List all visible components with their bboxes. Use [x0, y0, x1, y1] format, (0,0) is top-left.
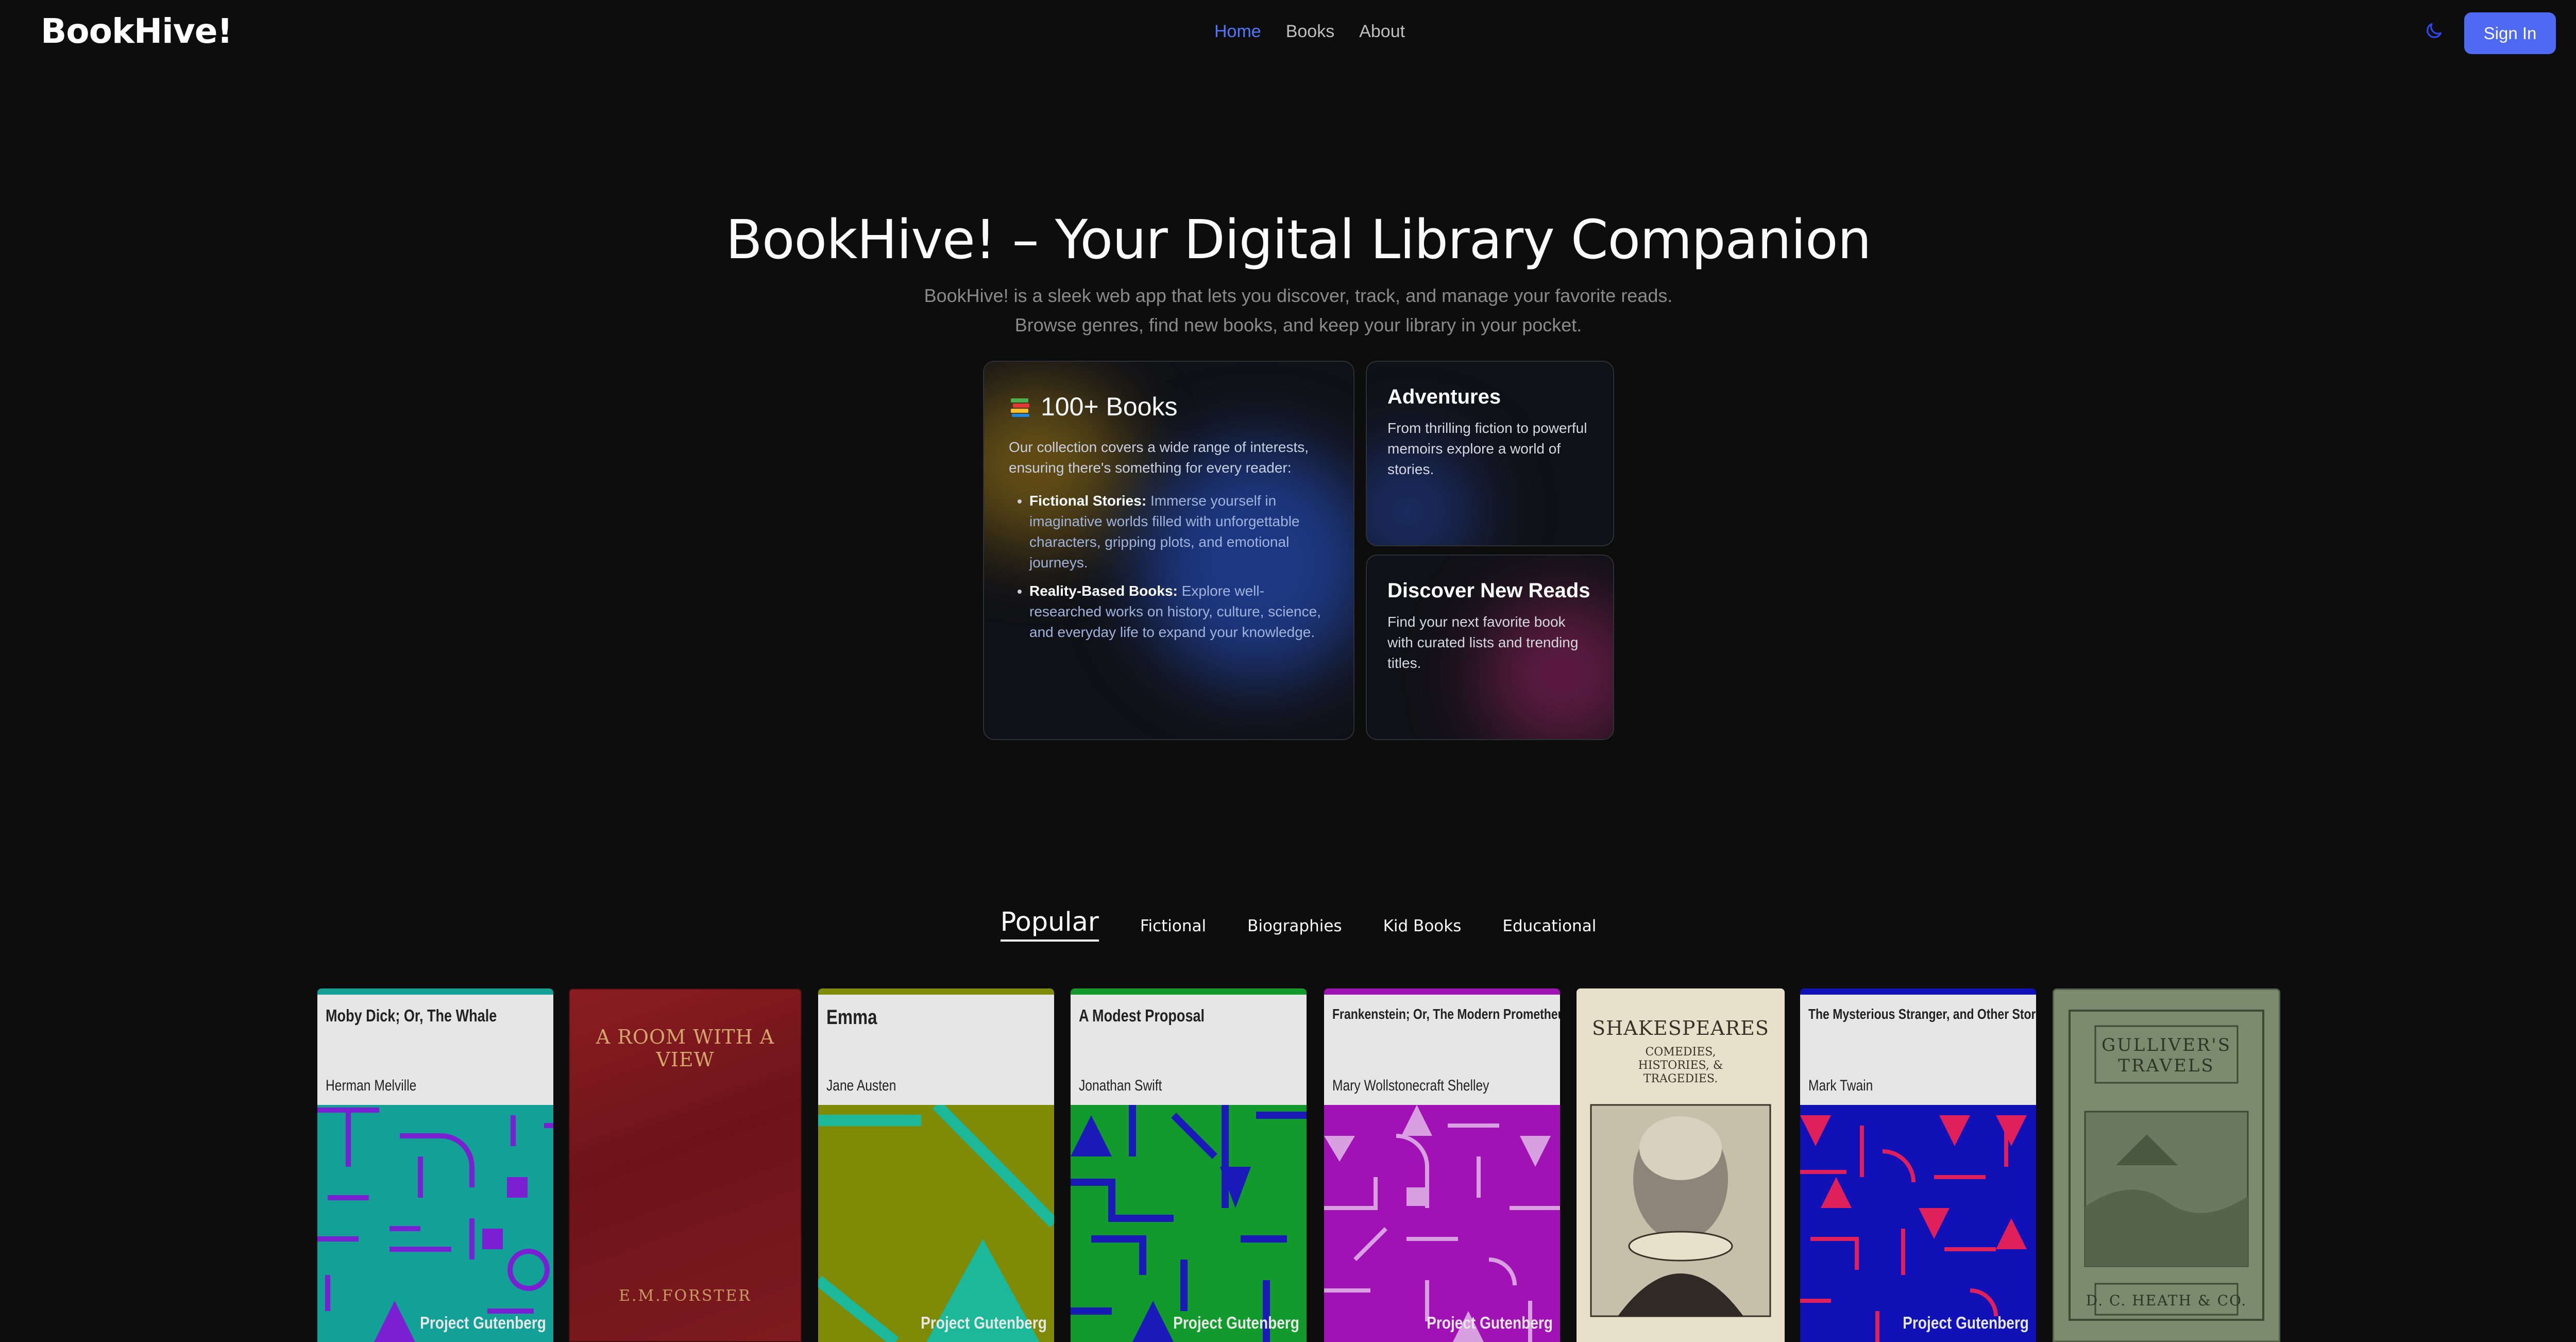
book-card[interactable]: The Mysterious Stranger, and Other Stori…	[1800, 988, 2036, 1342]
list-item-label: Reality-Based Books:	[1029, 583, 1178, 599]
book-card[interactable]: Frankenstein; Or, The Modern Prometheus …	[1324, 988, 1560, 1342]
feature-title: Discover New Reads	[1387, 579, 1590, 602]
svg-text:TRAVELS: TRAVELS	[2118, 1055, 2214, 1076]
book-brand: Project Gutenberg	[420, 1313, 546, 1332]
book-author: Mark Twain	[1808, 1077, 1873, 1094]
book-author: Jane Austen	[826, 1077, 896, 1094]
feature-card-discover: Discover New Reads Find your next favori…	[1366, 555, 1614, 740]
book-brand: Project Gutenberg	[921, 1313, 1047, 1332]
svg-text:COMEDIES,: COMEDIES,	[1645, 1046, 1716, 1059]
cover-art: Project Gutenberg	[818, 1105, 1054, 1342]
hero-subtitle: BookHive! is a sleek web app that lets y…	[0, 281, 2576, 340]
feature-card-adventures: Adventures From thrilling fiction to pow…	[1366, 361, 1614, 546]
moon-icon[interactable]	[2424, 21, 2444, 41]
feature-title: Adventures	[1387, 385, 1501, 408]
category-tabs: Popular Fictional Biographies Kid Books …	[0, 907, 2576, 942]
book-card[interactable]: GULLIVER'S TRAVELS D. C. HEATH & CO.	[2053, 988, 2280, 1342]
cover-art: Project Gutenberg	[1324, 1105, 1560, 1342]
book-brand: Project Gutenberg	[1903, 1313, 2029, 1332]
sign-in-button[interactable]: Sign In	[2464, 12, 2556, 54]
feature-text: Find your next favorite book with curate…	[1387, 614, 1579, 671]
book-card[interactable]: Moby Dick; Or, The Whale Herman Melville…	[317, 988, 553, 1342]
book-title: Moby Dick; Or, The Whale	[326, 1006, 497, 1025]
feature-intro: Our collection covers a wide range of in…	[1009, 439, 1309, 476]
list-item: Fictional Stories: Immerse yourself in i…	[1029, 491, 1329, 573]
book-card[interactable]: A ROOM WITH A VIEW E.M.FORSTER	[569, 988, 802, 1342]
cover-art: GULLIVER'S TRAVELS D. C. HEATH & CO.	[2054, 990, 2279, 1340]
svg-text:TRAGEDIES.: TRAGEDIES.	[1643, 1072, 1718, 1085]
book-brand: Project Gutenberg	[1173, 1313, 1299, 1332]
svg-text:GULLIVER'S: GULLIVER'S	[2102, 1035, 2231, 1055]
book-card[interactable]: Emma Jane Austen Project Gutenberg	[818, 988, 1054, 1342]
tab-educational[interactable]: Educational	[1502, 917, 1596, 942]
book-title: Frankenstein; Or, The Modern Prometheus	[1332, 1006, 1560, 1022]
book-card[interactable]: SHAKESPEARES COMEDIES, HISTORIES, & TRAG…	[1577, 988, 1785, 1342]
nav-home[interactable]: Home	[1214, 22, 1261, 42]
book-brand: Project Gutenberg	[1427, 1313, 1553, 1332]
tab-biographies[interactable]: Biographies	[1247, 917, 1342, 942]
cover-art: Project Gutenberg	[1071, 1105, 1307, 1342]
tab-popular[interactable]: Popular	[1000, 907, 1099, 942]
book-title: A ROOM WITH A VIEW	[596, 1026, 775, 1071]
tab-kid-books[interactable]: Kid Books	[1383, 917, 1462, 942]
tab-fictional[interactable]: Fictional	[1140, 917, 1206, 942]
nav-books[interactable]: Books	[1286, 22, 1335, 42]
feature-text: From thrilling fiction to powerful memoi…	[1387, 420, 1587, 477]
svg-text:HISTORIES, &: HISTORIES, &	[1638, 1059, 1723, 1072]
cover-art: Project Gutenberg	[317, 1105, 553, 1342]
feature-title: 100+ Books	[1041, 392, 1178, 421]
svg-text:SHAKESPEARES: SHAKESPEARES	[1592, 1017, 1769, 1039]
book-author: Jonathan Swift	[1079, 1077, 1162, 1094]
list-item: Reality-Based Books: Explore well-resear…	[1029, 581, 1329, 643]
hero-subtitle-line-2: Browse genres, find new books, and keep …	[1014, 314, 1582, 336]
book-card[interactable]: A Modest Proposal Jonathan Swift Project…	[1071, 988, 1307, 1342]
book-title: Emma	[826, 1006, 877, 1029]
feature-list: Fictional Stories: Immerse yourself in i…	[1009, 491, 1329, 643]
cover-art: Project Gutenberg	[1800, 1105, 2036, 1342]
book-title: A Modest Proposal	[1079, 1006, 1205, 1025]
feature-card-books: 100+ Books Our collection covers a wide …	[983, 361, 1354, 740]
hero-title: BookHive! – Your Digital Library Compani…	[725, 208, 1871, 271]
cover-art: SHAKESPEARES COMEDIES, HISTORIES, & TRAG…	[1577, 988, 1785, 1342]
book-author: E.M.FORSTER	[619, 1287, 752, 1305]
book-title: The Mysterious Stranger, and Other Stori…	[1808, 1006, 2036, 1022]
books-stack-icon	[1011, 398, 1029, 417]
list-item-label: Fictional Stories:	[1029, 493, 1147, 509]
main-nav: Home Books About	[1214, 22, 1405, 42]
book-author: Mary Wollstonecraft Shelley	[1332, 1077, 1489, 1094]
book-author: Herman Melville	[326, 1077, 417, 1094]
logo[interactable]: BookHive!	[41, 11, 233, 51]
book-publisher: D. C. HEATH & CO.	[2086, 1292, 2247, 1309]
nav-about[interactable]: About	[1359, 22, 1405, 42]
hero-subtitle-line-1: BookHive! is a sleek web app that lets y…	[924, 285, 1673, 306]
